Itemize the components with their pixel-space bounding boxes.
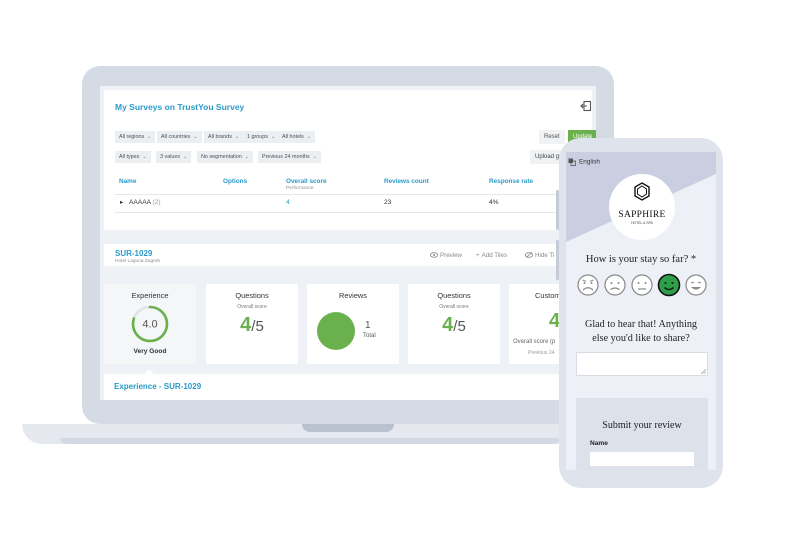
hotel-logo: SAPPHIRE HOTEL & SPA: [609, 174, 675, 240]
column-header-options[interactable]: Options: [223, 178, 247, 185]
filter-types[interactable]: All types ⌄: [115, 151, 151, 163]
reset-button[interactable]: Reset: [539, 130, 565, 144]
filter-hotels[interactable]: All hotels ⌄: [278, 131, 316, 143]
resize-handle-icon[interactable]: [701, 369, 706, 374]
experience-label: Very Good: [133, 348, 167, 355]
survey-hotel: Hotel Laguna Zagreb: [115, 259, 161, 264]
column-header-response-rate[interactable]: Response rate: [489, 178, 533, 185]
questions-score: 4/5: [240, 314, 264, 336]
experience-section: Experience - SUR-1029: [104, 369, 592, 400]
laptop-screen: My Surveys on TrustYou Survey All region…: [100, 86, 596, 400]
questions-score: 4/5: [442, 314, 466, 336]
row-overall-score[interactable]: 4: [286, 199, 290, 206]
row-expand-icon[interactable]: ▸: [120, 198, 123, 206]
add-tiles-button[interactable]: + Add Tiles: [476, 252, 507, 259]
row-reviews-count: 23: [384, 199, 392, 206]
surveys-panel: My Surveys on TrustYou Survey All region…: [104, 90, 596, 230]
page-title: My Surveys on TrustYou Survey: [115, 102, 245, 112]
filter-values[interactable]: 3 values ⌄: [156, 151, 192, 163]
custom-subtitle: Overall score (p: [513, 339, 556, 345]
filter-segmentation[interactable]: No segmentation ⌄: [197, 151, 253, 163]
filter-period[interactable]: Previous 24 months ⌄: [258, 151, 321, 163]
row-response-rate: 4%: [489, 199, 499, 206]
tile-title: Custom: [535, 291, 561, 300]
tile-title: Questions: [437, 291, 471, 300]
sapphire-gem-icon: [634, 182, 650, 201]
comment-textarea[interactable]: [576, 352, 708, 376]
row-name: AAAAA (2): [129, 199, 161, 206]
very-happy-face-icon[interactable]: [685, 274, 707, 296]
question-stay: How is your stay so far? *: [585, 254, 697, 265]
phone-screen: English SAPPHIRE HOTEL & SPA How is your…: [566, 152, 716, 470]
experience-score-ring: 4.0: [131, 305, 169, 343]
name-input[interactable]: [590, 452, 694, 466]
tile-title: Questions: [235, 291, 269, 300]
reviews-pie: [317, 312, 355, 350]
filter-countries[interactable]: All countries ⌄: [157, 131, 202, 143]
reviews-count: 1: [365, 320, 371, 331]
custom-previous: Previous 24: [528, 350, 555, 356]
experience-section-title: Experience - SUR-1029: [114, 382, 202, 391]
question-anything-else: Glad to hear that! Anything else you'd l…: [584, 319, 698, 344]
chevron-down-icon: ⌄: [142, 154, 147, 160]
tile-subtitle: Overall score: [237, 304, 267, 310]
reviews-total-label: Total: [363, 333, 376, 339]
very-sad-face-icon[interactable]: [577, 274, 599, 296]
chevron-down-icon: ⌄: [306, 134, 312, 140]
happy-face-icon[interactable]: [657, 273, 681, 297]
tile-title: Reviews: [339, 291, 367, 300]
submit-review-card: Submit your review Name: [576, 398, 708, 470]
column-subheader-performance: Performance: [286, 186, 314, 191]
exit-icon[interactable]: [580, 100, 592, 112]
hide-tiles-button[interactable]: Hide Ti: [525, 252, 554, 259]
chevron-down-icon: ⌄: [234, 134, 240, 140]
header-divider: [115, 194, 585, 195]
filter-regions[interactable]: All regions ⌄: [115, 131, 156, 143]
chevron-down-icon: ⌄: [312, 154, 317, 160]
plus-icon: +: [476, 252, 480, 259]
survey-id[interactable]: SUR-1029: [115, 249, 152, 258]
survey-header: SUR-1029 Hotel Laguna Zagreb Preview + Ad…: [104, 244, 592, 266]
logo-subtitle: HOTEL & SPA: [631, 221, 653, 225]
logo-wordmark: SAPPHIRE: [618, 210, 666, 220]
neutral-face-icon[interactable]: [631, 274, 653, 296]
chevron-down-icon: ⌄: [183, 154, 188, 160]
filter-groups[interactable]: 1 groups ⌄: [243, 131, 280, 143]
rating-faces: [577, 273, 707, 297]
laptop-notch: [302, 424, 394, 432]
translate-icon: [568, 158, 576, 166]
experience-score: 4.0: [142, 319, 157, 331]
submit-title: Submit your review: [602, 420, 682, 431]
column-header-overall-score[interactable]: Overall score: [286, 178, 327, 185]
chevron-down-icon: ⌄: [244, 154, 249, 160]
tile-reviews[interactable]: Reviews 1 Total: [307, 284, 399, 364]
chevron-down-icon: ⌄: [193, 134, 198, 140]
eye-slash-icon: [525, 252, 533, 259]
column-header-reviews-count[interactable]: Reviews count: [384, 178, 429, 185]
chevron-down-icon: ⌄: [270, 134, 276, 140]
tile-questions-2[interactable]: Questions Overall score 4/5: [408, 284, 500, 364]
column-header-name[interactable]: Name: [119, 178, 136, 185]
tile-subtitle: Overall score: [439, 304, 469, 310]
stage: My Surveys on TrustYou Survey All region…: [0, 0, 799, 536]
sad-face-icon[interactable]: [604, 274, 626, 296]
eye-icon: [430, 252, 438, 259]
tile-questions-1[interactable]: Questions Overall score 4/5: [206, 284, 298, 364]
pointer-caret: [144, 369, 154, 374]
language-selector[interactable]: English: [568, 158, 600, 166]
tile-title: Experience: [131, 291, 169, 300]
row-divider: [115, 212, 585, 213]
laptop-base-shadow: [60, 438, 560, 444]
tile-experience[interactable]: Experience 4.0 Very Good: [104, 284, 196, 364]
preview-button[interactable]: Preview: [430, 252, 462, 259]
filter-brands[interactable]: All brands ⌄: [204, 131, 244, 143]
chevron-down-icon: ⌄: [147, 134, 152, 140]
name-label: Name: [590, 440, 608, 447]
